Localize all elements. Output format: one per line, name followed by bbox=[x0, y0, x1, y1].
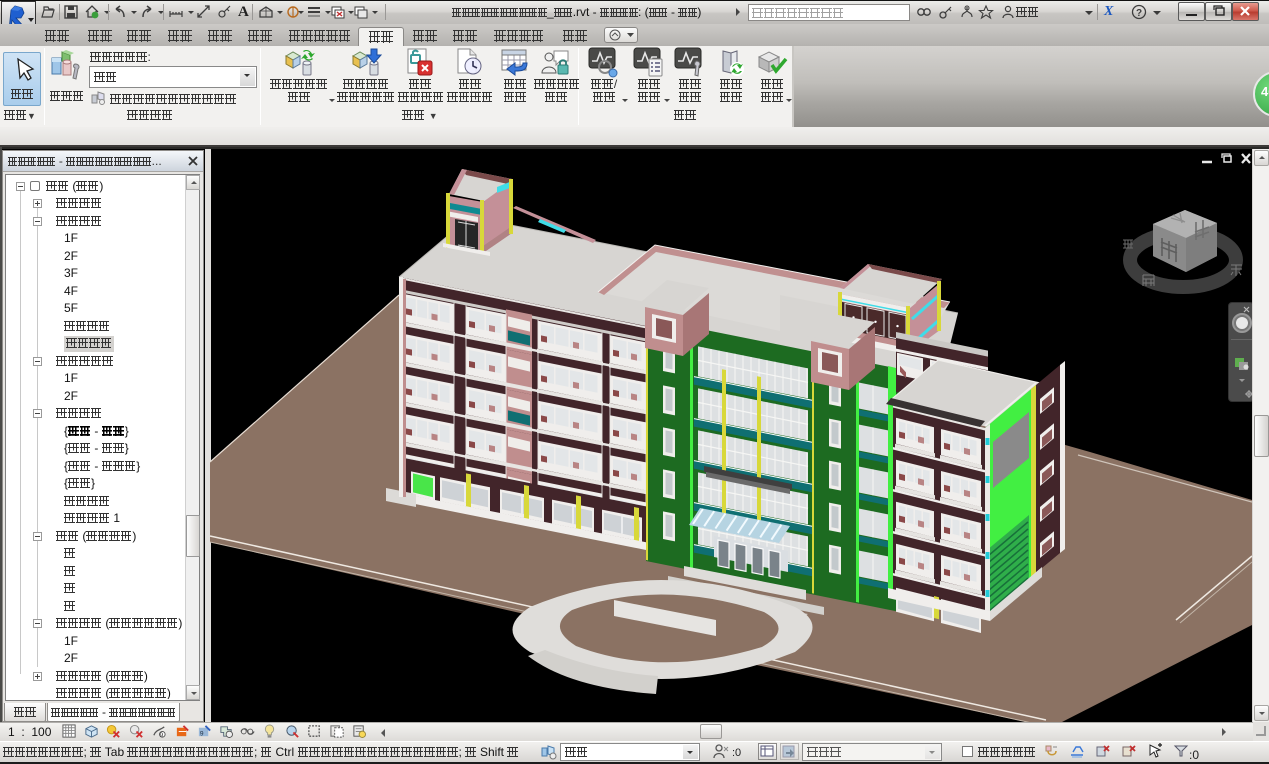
svg-text::0: :0 bbox=[732, 747, 741, 759]
svg-text:9: 9 bbox=[160, 732, 164, 739]
svg-text:9: 9 bbox=[200, 730, 204, 737]
svg-text:?: ? bbox=[1136, 8, 1142, 19]
